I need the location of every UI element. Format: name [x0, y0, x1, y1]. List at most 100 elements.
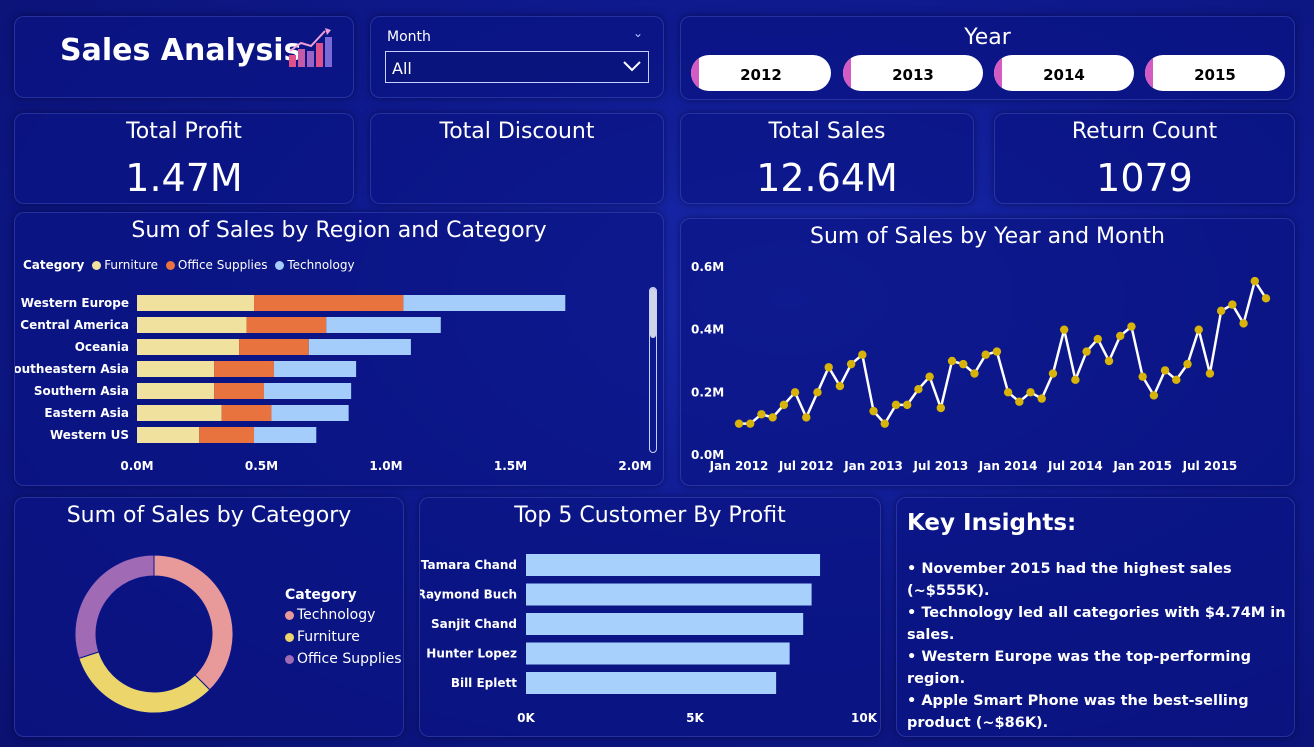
- data-point: [1183, 359, 1192, 369]
- category-label: Western US: [50, 428, 129, 442]
- profit-bar: [526, 583, 812, 606]
- bar-segment: [137, 427, 200, 443]
- bar-segment: [221, 405, 272, 421]
- month-select-value: All: [392, 59, 412, 78]
- kpi-label: Return Count: [1071, 119, 1218, 144]
- x-tick-label: Jan 2015: [1112, 459, 1172, 473]
- bar-segment: [137, 317, 247, 333]
- data-point: [790, 388, 800, 397]
- data-point: [1082, 347, 1091, 356]
- data-point: [869, 406, 878, 416]
- data-point: [757, 410, 766, 419]
- year-option-2013[interactable]: 2013: [843, 55, 983, 91]
- month-slicer: Month ⌄ All: [370, 16, 664, 98]
- data-point: [846, 359, 856, 369]
- bar-segment: [214, 383, 264, 399]
- category-label: Eastern Asia: [44, 406, 129, 420]
- data-point: [902, 400, 912, 410]
- customer-label: Sanjit Chand: [431, 617, 517, 631]
- monthly-chart: 0.0M0.2M0.4M0.6MJan 2012 Jul 2012 Jan 2013…: [691, 260, 1271, 473]
- key-insights-card: Key Insights: • November 2015 had the hi…: [896, 497, 1295, 737]
- donut-slice: [78, 651, 211, 714]
- data-point: [914, 385, 923, 394]
- kpi-value: 1079: [1096, 156, 1193, 200]
- data-point: [1015, 397, 1024, 406]
- data-point: [1138, 372, 1147, 381]
- data-point: [824, 363, 833, 372]
- data-point: [1239, 319, 1248, 328]
- bar-segment: [254, 427, 317, 443]
- kpi-label: Total Profit: [126, 119, 242, 144]
- data-point: [1205, 369, 1215, 378]
- data-point: [1116, 331, 1125, 341]
- bar-segment: [199, 427, 255, 443]
- data-point: [779, 400, 789, 410]
- category-label: Southern Asia: [34, 384, 129, 398]
- chevron-down-icon[interactable]: ⌄: [633, 26, 643, 40]
- bar-segment: [273, 361, 357, 377]
- y-tick-label: 0.2M: [691, 385, 724, 399]
- kpi-value: 12.64M: [756, 156, 898, 200]
- data-point: [992, 347, 1002, 356]
- sales-line: [739, 278, 1268, 426]
- data-point: [835, 381, 845, 391]
- category-chart-card: Sum of Sales by Category Category Techno…: [14, 497, 404, 737]
- bar-segment: [254, 295, 404, 311]
- customer-label: Tamara Chand: [421, 558, 517, 572]
- y-tick-label: 0.6M: [691, 260, 724, 274]
- data-point: [1149, 391, 1159, 400]
- data-point: [1127, 322, 1136, 331]
- profit-bar: [526, 672, 777, 694]
- customer-label: Raymond Buch: [420, 588, 517, 602]
- kpi-total-discount: Total Discount: [370, 113, 664, 204]
- data-point: [959, 359, 968, 369]
- year-option-2012[interactable]: 2012: [691, 55, 831, 91]
- profit-bar: [526, 642, 790, 665]
- chevron-down-icon: [623, 61, 641, 72]
- x-tick-label: 0.0M: [120, 459, 153, 473]
- category-label: Oceania: [75, 340, 129, 354]
- profit-bar: [526, 613, 804, 635]
- customers-chart: Tamara Chand Raymond Buch Sanjit Chand Hunt…: [420, 554, 878, 725]
- data-point: [1093, 334, 1103, 344]
- year-option-2015[interactable]: 2015: [1145, 55, 1285, 91]
- month-select[interactable]: All: [385, 51, 649, 83]
- customer-label: Hunter Lopez: [426, 647, 517, 661]
- x-tick-label: Jul 2015: [1182, 459, 1238, 473]
- category-label: Central America: [20, 318, 129, 332]
- monthly-chart-card: Sum of Sales by Year and Month 0.0M 0.2M 0…: [680, 218, 1295, 486]
- scrollbar[interactable]: [649, 287, 657, 453]
- bar-segment: [137, 405, 222, 421]
- data-point: [858, 350, 867, 359]
- kpi-label: Total Sales: [768, 119, 886, 144]
- data-point: [925, 372, 934, 381]
- data-point: [1250, 276, 1259, 286]
- x-tick-label: 2.0M: [618, 459, 651, 473]
- x-tick-label: Jan 2012: [709, 459, 769, 473]
- bar-segment: [239, 339, 309, 355]
- region-chart-card: Sum of Sales by Region and Category Cate…: [14, 212, 664, 486]
- kpi-return-count: Return Count 1079: [994, 113, 1295, 204]
- bar-segment: [137, 383, 215, 399]
- data-point: [1261, 294, 1271, 303]
- x-tick-label: Jul 2013: [912, 459, 968, 473]
- category-label: Western Europe: [21, 296, 129, 310]
- bar-segment: [137, 361, 215, 377]
- data-point: [1104, 356, 1114, 366]
- page-title: Sales Analysis: [60, 33, 302, 68]
- x-tick-label: Jul 2014: [1047, 459, 1103, 473]
- x-tick-label: Jan 2014: [978, 459, 1038, 473]
- data-point: [880, 419, 889, 428]
- x-tick-label: 0K: [517, 711, 535, 725]
- insight-item: • Western Europe was the top-performing …: [907, 649, 1251, 687]
- year-option-2014[interactable]: 2014: [994, 55, 1134, 91]
- x-tick-label: Jan 2013: [843, 459, 903, 473]
- category-legend: Category Technology Furniture Office Sup…: [285, 587, 402, 667]
- year-slicer: Year 2012 2013 2014 2015: [680, 16, 1295, 100]
- year-slicer-title: Year: [964, 25, 1011, 50]
- data-point: [1228, 300, 1237, 309]
- data-point: [981, 350, 990, 359]
- x-tick-label: 5K: [686, 711, 704, 725]
- data-point: [1071, 375, 1080, 384]
- insights-list: • November 2015 had the highest sales (~…: [907, 558, 1286, 734]
